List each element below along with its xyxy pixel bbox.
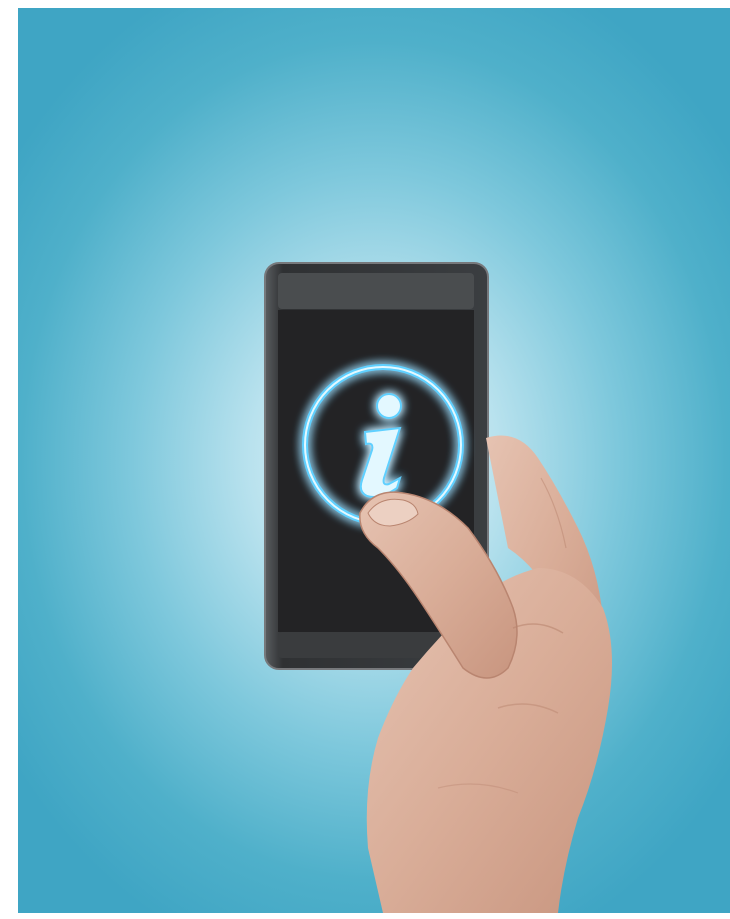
phone-top-bar	[278, 273, 474, 309]
phone-illustration	[264, 262, 612, 913]
photo-background	[18, 8, 730, 913]
